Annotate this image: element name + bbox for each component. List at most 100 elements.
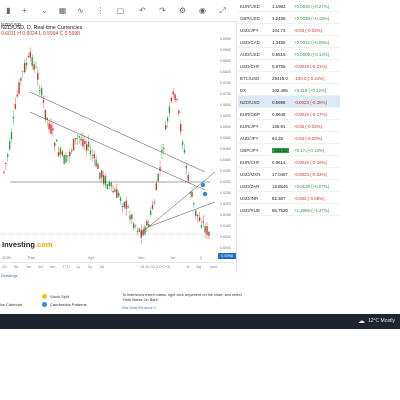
candle-body [110,182,112,187]
camera-icon[interactable]: ◉ [198,6,207,15]
quote-row[interactable]: EUR/GBP 0.8648 -0.0015 (-0.17%) [238,108,340,120]
chart-plot[interactable]: 0.6950 0.6900 0.6850 0.6800 0.6750 0.6700 0.66… [0,22,237,254]
candle-body [63,154,65,165]
quote-row[interactable]: AUD/USD 0.6515 +0.0009 (+0.14%) [238,48,340,60]
chevron-down-icon[interactable]: ⌄ [40,6,49,15]
percent-toggle[interactable]: % [186,265,189,269]
candle-body [14,104,16,109]
candle-body [99,172,101,179]
candle-body [57,152,60,157]
pair-label: NZD/USD [1,22,21,27]
quote-change: +0.0012 (+0.09%) [294,40,330,45]
candle-body [31,57,33,66]
quote-change: +0.0009 (+0.14%) [294,52,330,57]
quote-row[interactable]: EUR/USD 1.1982 +0.0032 (+0.27%) [238,0,340,12]
quote-last: 0.8755 [272,64,286,69]
range-5y[interactable]: 5y [88,265,92,269]
candle-body [48,123,50,130]
price-chart[interactable]: NZD/USD, D, Real-time Currencies 0.6011 … [0,22,237,272]
candle-body [37,72,39,80]
price-tick: 0.6600 [220,114,231,118]
quote-last: 1.1982 [272,4,286,9]
settings-icon[interactable]: ⚙ [178,6,187,15]
quote-row[interactable]: GBP/USD 1.2498 +0.0028 (+0.18%) [238,12,340,24]
quotes-list: EUR/USD 1.1982 +0.0032 (+0.27%) GBP/USD 1.24… [238,0,340,222]
bars-icon[interactable]: ▮ [4,6,13,15]
quote-row[interactable]: USD/JPY 104.73 -0.03 (-0.03%) [238,24,340,36]
plus-icon[interactable]: + [20,6,29,15]
candle-body [181,141,184,145]
candle-body [178,110,180,114]
auto-toggle[interactable]: auto [210,265,217,269]
trend-line [29,91,206,173]
candle-body [69,151,71,156]
price-tick: 0.6900 [220,48,231,52]
range-ytd[interactable]: YTD [62,265,70,269]
quote-last: 18.8545 [272,184,288,189]
x-tick: Jun [138,255,145,260]
undo-icon[interactable]: ↶ [138,6,147,15]
quote-row[interactable]: USD/ZAR 18.8545 +0.0139 (+0.07%) [238,180,340,192]
candle-body [78,135,80,138]
grid-icon[interactable]: ▦ [58,6,67,15]
range-1m[interactable]: 1m [26,265,31,269]
quote-last: 102.485 [272,88,288,93]
quote-last: 17.0467 [272,172,288,177]
price-tick: 0.6850 [220,59,231,63]
quote-row[interactable]: DX 102.485 +0.118 (+0.12%) [238,84,340,96]
range-all[interactable]: All [100,265,104,269]
quote-row[interactable]: USD/CHF 0.8755 -0.0018 (-0.21%) [238,60,340,72]
candle-body [5,162,7,164]
candle-body [8,141,11,150]
candle-body [170,97,173,102]
quote-row[interactable]: USD/INR 82.387 -0.063 (-0.08%) [238,192,340,204]
candle-body [67,155,69,157]
quote-change: -0.0015 (-0.17%) [294,112,327,117]
quote-row[interactable]: EUR/JPY 156.91 -0.05 (-0.03%) [238,120,340,132]
clock-readout: 18:45:33 (UTC+3) [140,265,171,269]
range-1y[interactable]: 1y [76,265,80,269]
wave-icon[interactable]: ∿ [76,6,85,15]
quote-row[interactable]: USD/CAD 1.3456 +0.0012 (+0.09%) [238,36,340,48]
square-icon[interactable]: ▢ [116,6,125,15]
quote-row[interactable]: EUR/CHF 0.9614 -0.0015 (-0.16%) [238,156,340,168]
drawings-link[interactable]: Drawings [1,273,18,278]
x-tick: Apr [88,255,95,260]
quote-symbol: GBP/USD [240,16,260,21]
candle-body [80,138,82,141]
x-tick: 2020 [2,255,11,260]
fullscreen-icon[interactable]: ⤢ [218,6,227,15]
quote-symbol: EUR/USD [240,4,260,9]
quote-row[interactable]: USD/RUB 86.7520 +1.2965 (+1.37%) [238,204,340,216]
quote-change: +1.2965 (+1.37%) [294,208,330,213]
quote-symbol: USD/CHF [240,64,260,69]
candle-body [166,117,169,122]
quote-row[interactable]: NZD/USD 0.5998 -0.0023 (-0.38%) [238,96,340,108]
candle-body [54,142,56,146]
dots-icon[interactable]: ⋮ [96,6,105,15]
candle-body [52,128,54,131]
candle-body [93,153,95,159]
see-how-link[interactable]: See How It's done » [122,306,156,310]
range-5d[interactable]: 5d [14,265,18,269]
redo-icon[interactable]: ↷ [158,6,167,15]
quote-row[interactable]: GBP/JPY 131.54 +0.17 (+0.13%) [238,144,340,156]
candle-body [112,191,114,193]
candle-body [180,124,182,132]
candle-body [131,214,133,219]
quote-row[interactable]: USD/MXN 17.0467 -0.0023 (-0.02%) [238,168,340,180]
weather-readout[interactable]: 12°C Mostly [368,318,395,324]
price-tick: 0.6400 [220,158,231,162]
range-1d[interactable]: 1D [2,265,7,269]
candle-body [39,90,41,92]
x-tick: Feb [28,255,35,260]
quote-symbol: USD/MXN [240,172,261,177]
log-toggle[interactable]: log [196,265,201,269]
candle-body [142,229,144,236]
candle-body [50,124,52,134]
range-6m[interactable]: 6m [50,265,55,269]
quote-row[interactable]: AUD/JPY 94.28 -0.03 (-0.03%) [238,132,340,144]
range-3m[interactable]: 3m [38,265,43,269]
candle-body [7,154,9,157]
quote-row[interactable]: BTC/USD 29415.0 -130.0 (-0.44%) [238,72,340,84]
